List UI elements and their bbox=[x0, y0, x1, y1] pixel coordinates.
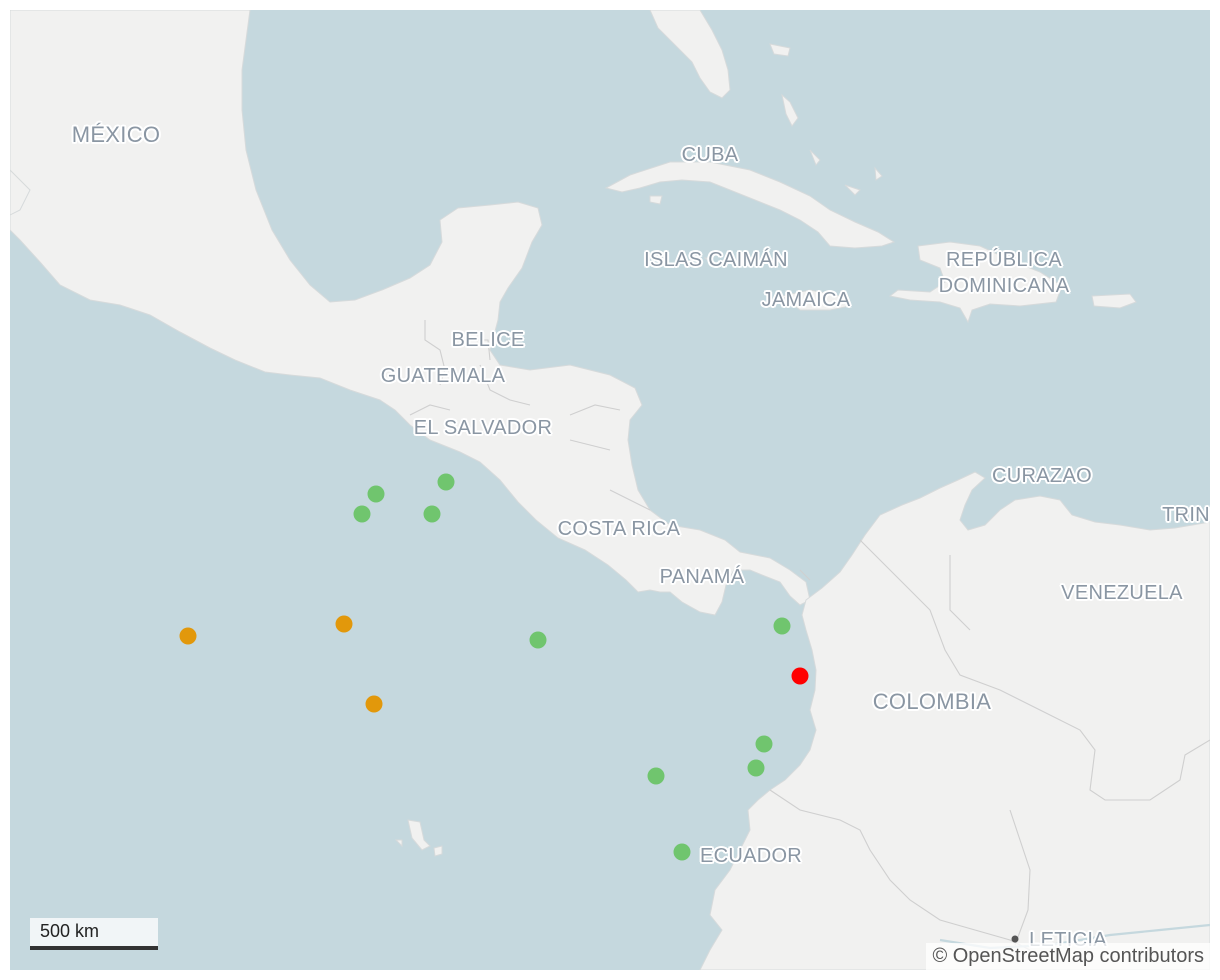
land-bahamas bbox=[769, 43, 883, 196]
map[interactable]: MÉXICO CUBA ISLAS CAIMÁN JAMAICA REPÚBLI… bbox=[10, 10, 1210, 970]
scale-bar-line bbox=[30, 946, 158, 950]
attribution[interactable]: © OpenStreetMap contributors bbox=[926, 943, 1210, 970]
marker-green[interactable] bbox=[437, 473, 455, 491]
marker-green[interactable] bbox=[529, 631, 547, 649]
label-dominican-republic: REPÚBLICA DOMINICANA bbox=[938, 249, 1070, 297]
label-trinidad: TRIN bbox=[1162, 504, 1210, 526]
land-mexico-central-america bbox=[10, 10, 811, 616]
marker-orange[interactable] bbox=[179, 627, 197, 645]
scale-label: 500 km bbox=[40, 921, 100, 941]
land-puerto-rico bbox=[1091, 293, 1137, 309]
map-basemap bbox=[10, 10, 1210, 970]
scale-bar: 500 km bbox=[30, 918, 158, 950]
label-mexico: MÉXICO bbox=[71, 122, 161, 147]
marker-green[interactable] bbox=[423, 505, 441, 523]
marker-green[interactable] bbox=[367, 485, 385, 503]
land-florida bbox=[649, 10, 731, 99]
city-dot-leticia bbox=[1011, 935, 1019, 943]
marker-red[interactable] bbox=[791, 667, 809, 685]
label-panama: PANAMÁ bbox=[659, 566, 745, 588]
label-cayman: ISLAS CAIMÁN bbox=[644, 249, 788, 271]
marker-green[interactable] bbox=[673, 843, 691, 861]
marker-green[interactable] bbox=[647, 767, 665, 785]
marker-orange[interactable] bbox=[365, 695, 383, 713]
label-cuba: CUBA bbox=[681, 144, 739, 166]
land-cuba bbox=[604, 161, 896, 249]
marker-green[interactable] bbox=[353, 505, 371, 523]
label-costa-rica: COSTA RICA bbox=[557, 518, 681, 540]
label-guatemala: GUATEMALA bbox=[380, 365, 506, 387]
label-colombia: COLOMBIA bbox=[872, 689, 992, 714]
land-galapagos bbox=[394, 819, 443, 857]
label-curacao: CURAZAO bbox=[992, 465, 1092, 487]
marker-green[interactable] bbox=[755, 735, 773, 753]
label-el-salvador: EL SALVADOR bbox=[413, 417, 553, 439]
marker-green[interactable] bbox=[773, 617, 791, 635]
land-isla-juventud bbox=[649, 195, 663, 205]
label-ecuador: ECUADOR bbox=[699, 845, 803, 867]
land-south-america bbox=[699, 471, 1210, 970]
label-jamaica: JAMAICA bbox=[761, 289, 851, 311]
label-venezuela: VENEZUELA bbox=[1061, 582, 1183, 604]
marker-orange[interactable] bbox=[335, 615, 353, 633]
marker-green[interactable] bbox=[747, 759, 765, 777]
label-belize: BELICE bbox=[451, 329, 525, 351]
